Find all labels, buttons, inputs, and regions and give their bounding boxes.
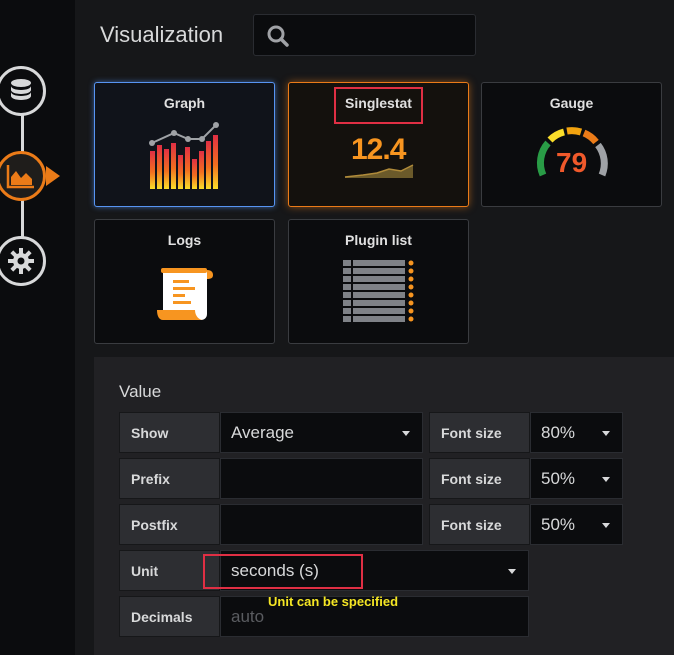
postfix-font-size-select[interactable]: 50% — [530, 504, 623, 545]
nav-visualization-button[interactable] — [0, 151, 46, 201]
font-size-label: Font size — [429, 412, 530, 453]
viz-card-logs[interactable]: Logs — [94, 219, 275, 344]
side-nav-rail — [0, 0, 75, 655]
sparkline-icon — [344, 164, 414, 178]
prefix-font-size-select[interactable]: 50% — [530, 458, 623, 499]
gauge-preview-value: 79 — [556, 147, 588, 178]
decimals-label: Decimals — [119, 596, 220, 637]
chevron-down-icon — [602, 431, 610, 436]
postfix-input[interactable] — [220, 504, 423, 545]
value-font-size-select[interactable]: 80% — [530, 412, 623, 453]
graph-icon — [149, 122, 219, 189]
show-select[interactable]: Average — [220, 412, 423, 453]
show-select-value: Average — [231, 422, 295, 442]
viz-search-box[interactable] — [253, 14, 476, 56]
unit-highlight-box — [203, 554, 363, 589]
active-nav-indicator — [46, 166, 60, 186]
viz-card-plugin-list[interactable]: Plugin list — [288, 219, 469, 344]
viz-card-label: Gauge — [549, 95, 594, 111]
prefix-label: Prefix — [119, 458, 220, 499]
font-size-value: 80% — [541, 422, 576, 442]
show-label: Show — [119, 412, 220, 453]
nav-queries-button[interactable] — [0, 66, 46, 116]
viz-card-label: Logs — [167, 232, 202, 248]
singlestat-highlight-box — [334, 87, 423, 124]
database-icon — [11, 79, 31, 100]
nav-general-button[interactable] — [0, 236, 46, 286]
viz-card-graph[interactable]: Graph — [94, 82, 275, 207]
chevron-down-icon — [602, 477, 610, 482]
font-size-label: Font size — [429, 504, 530, 545]
search-input[interactable] — [298, 23, 468, 47]
plugin-list-icon — [343, 260, 414, 322]
singlestat-icon: 12.4 — [343, 133, 415, 181]
postfix-label: Postfix — [119, 504, 220, 545]
chart-area-icon — [6, 165, 34, 189]
annotation-note: Unit can be specified — [268, 594, 399, 609]
decimals-placeholder: auto — [231, 606, 265, 626]
viz-card-label: Plugin list — [345, 232, 412, 248]
search-icon — [267, 25, 289, 47]
font-size-label: Font size — [429, 458, 530, 499]
font-size-value: 50% — [541, 468, 576, 488]
viz-card-label: Graph — [163, 95, 206, 111]
logs-icon — [157, 268, 213, 320]
gear-icon — [8, 248, 34, 274]
gauge-icon: 79 — [534, 123, 610, 183]
chevron-down-icon — [402, 431, 410, 436]
font-size-value: 50% — [541, 514, 576, 534]
page-title: Visualization — [100, 22, 224, 47]
prefix-input[interactable] — [220, 458, 423, 499]
value-section-title: Value — [119, 382, 162, 401]
viz-card-gauge[interactable]: Gauge 79 — [481, 82, 662, 207]
chevron-down-icon — [602, 523, 610, 528]
chevron-down-icon — [508, 569, 516, 574]
